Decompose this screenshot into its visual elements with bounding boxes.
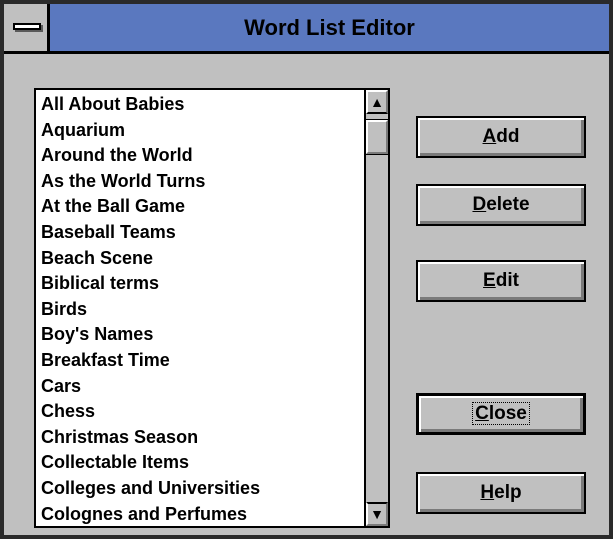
scroll-down-button[interactable]: ▼	[366, 502, 388, 526]
list-item[interactable]: Beach Scene	[41, 246, 362, 272]
title-bar[interactable]: Word List Editor	[4, 4, 609, 54]
list-item[interactable]: Biblical terms	[41, 271, 362, 297]
help-label: elp	[494, 482, 522, 503]
list-item[interactable]: Birds	[41, 297, 362, 323]
list-item[interactable]: As the World Turns	[41, 169, 362, 195]
list-item[interactable]: Colleges and Universities	[41, 476, 362, 502]
scroll-up-button[interactable]: ▲	[366, 90, 388, 114]
delete-button[interactable]: Delete	[416, 184, 586, 226]
add-button[interactable]: Add	[416, 116, 586, 158]
edit-button[interactable]: Edit	[416, 260, 586, 302]
list-item[interactable]: Christmas Season	[41, 425, 362, 451]
add-mnemonic: A	[482, 126, 497, 147]
list-item[interactable]: Aquarium	[41, 118, 362, 144]
system-menu-icon	[13, 23, 41, 30]
down-arrow-icon: ▼	[370, 506, 384, 522]
window-title: Word List Editor	[244, 15, 415, 40]
help-mnemonic: H	[480, 482, 495, 503]
word-list-items: All About Babies Aquarium Around the World…	[41, 92, 362, 527]
list-item[interactable]: Boy's Names	[41, 322, 362, 348]
list-item[interactable]: Baseball Teams	[41, 220, 362, 246]
up-arrow-icon: ▲	[370, 94, 384, 110]
word-list-listbox[interactable]: All About Babies Aquarium Around the World…	[34, 88, 390, 528]
add-label: dd	[496, 126, 520, 147]
list-item[interactable]: Breakfast Time	[41, 348, 362, 374]
list-item[interactable]: Chess	[41, 399, 362, 425]
list-item[interactable]: Cars	[41, 374, 362, 400]
edit-mnemonic: E	[483, 270, 496, 291]
vertical-scrollbar[interactable]: ▲ ▼	[364, 90, 388, 526]
word-list-editor-window: Word List Editor All About Babies Aquariu…	[0, 0, 613, 539]
edit-label: dit	[495, 270, 519, 291]
help-button[interactable]: Help	[416, 472, 586, 514]
close-label: lose	[488, 403, 527, 424]
list-item[interactable]: At the Ball Game	[41, 194, 362, 220]
scroll-thumb[interactable]	[365, 119, 388, 155]
close-button[interactable]: Close	[416, 393, 586, 435]
delete-mnemonic: D	[472, 194, 487, 215]
delete-label: elete	[486, 194, 530, 215]
close-mnemonic: C	[475, 403, 489, 424]
system-menu-button[interactable]	[4, 4, 50, 51]
list-item[interactable]: Around the World	[41, 143, 362, 169]
list-item[interactable]: Colognes and Perfumes	[41, 502, 362, 527]
list-item[interactable]: Collectable Items	[41, 450, 362, 476]
close-focus-rect: Close	[472, 402, 530, 425]
list-item[interactable]: All About Babies	[41, 92, 362, 118]
